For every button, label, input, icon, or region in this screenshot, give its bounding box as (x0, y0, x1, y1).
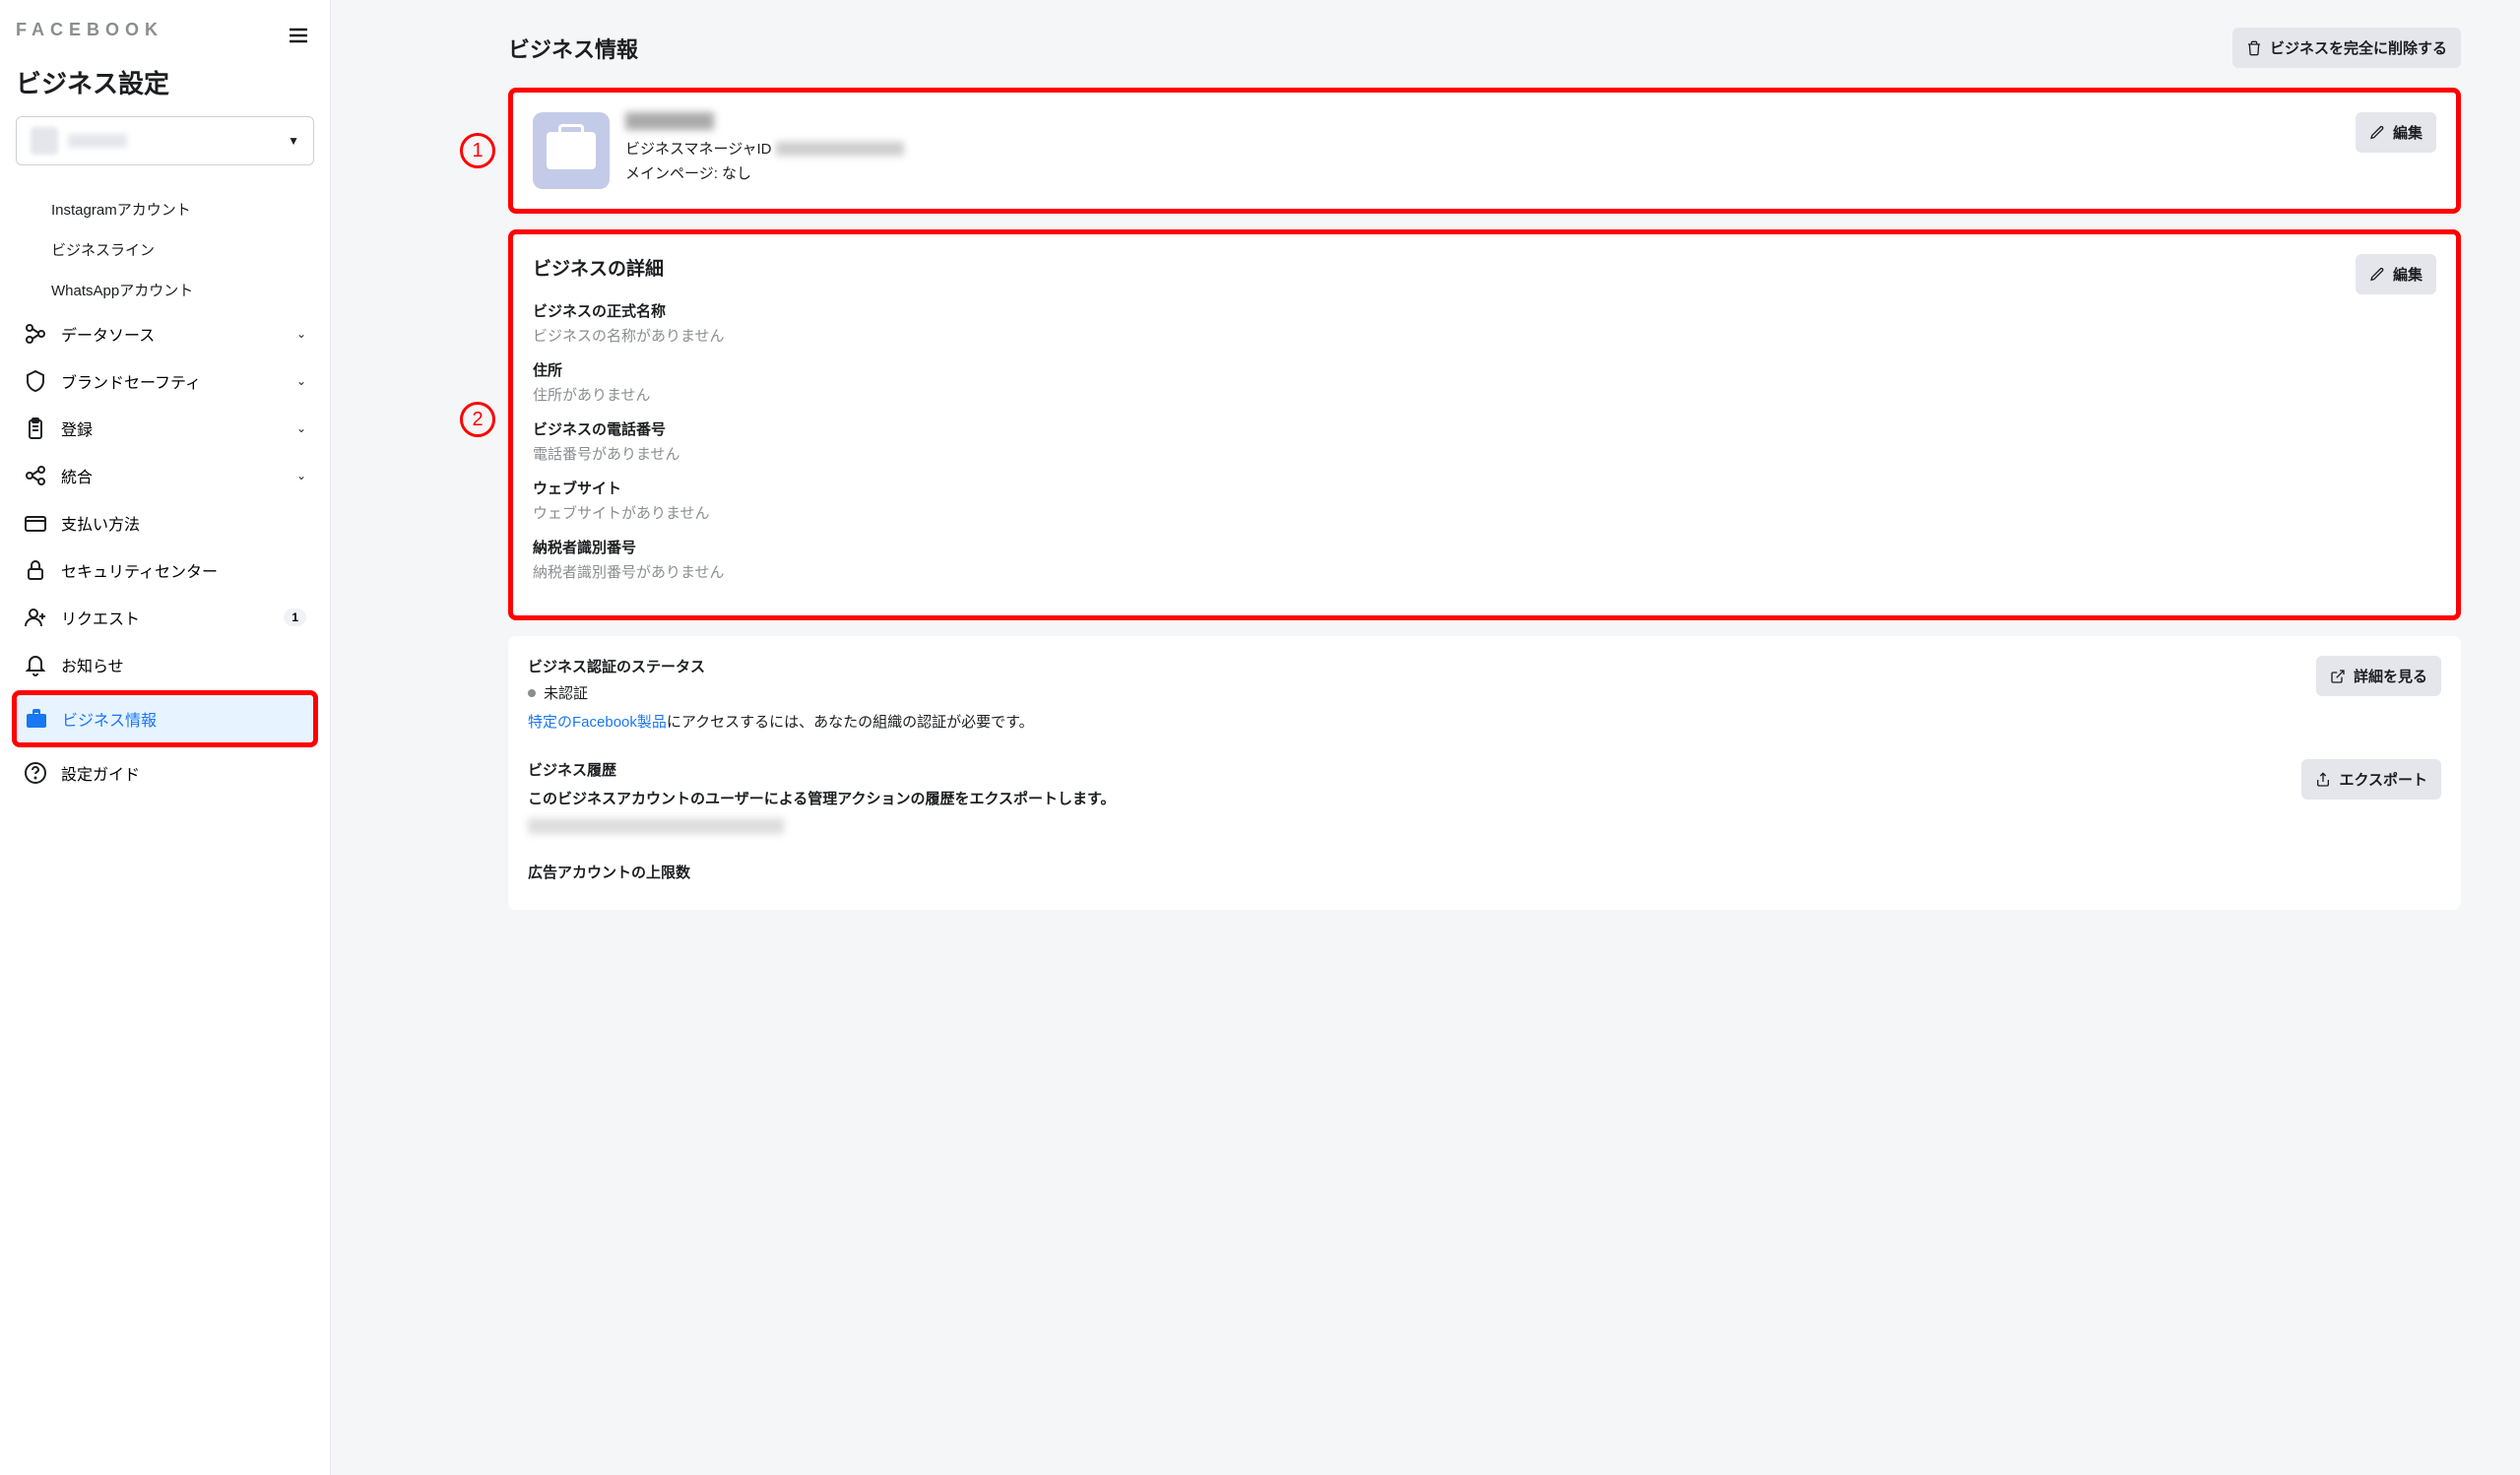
history-desc: このビジネスアカウントのユーザーによる管理アクションの履歴をエクスポートします。 (528, 788, 1116, 808)
business-details-card: 2 ビジネスの詳細 ビジネスの正式名称 ビジネスの名称がありません 住所 住所が… (508, 229, 2461, 620)
sidebar-item-integration[interactable]: 統合 ⌄ (16, 452, 314, 499)
share-arrow-icon (2315, 772, 2331, 788)
account-avatar (31, 127, 58, 155)
sidebar-item-payment[interactable]: 支払い方法 (16, 499, 314, 546)
nav-label: 設定ガイド (61, 761, 306, 785)
sidebar-item-setup-guide[interactable]: 設定ガイド (16, 749, 314, 797)
bell-icon (24, 653, 47, 676)
business-briefcase-icon (533, 112, 610, 189)
account-name-redacted (68, 134, 127, 148)
detail-label: ビジネスの電話番号 (533, 418, 725, 439)
sidebar-item-data-sources[interactable]: データソース ⌄ (16, 310, 314, 357)
main-title: ビジネス情報 (508, 32, 638, 64)
pencil-icon (2369, 125, 2385, 141)
sidebar-sub-whatsapp[interactable]: WhatsAppアカウント (16, 270, 314, 310)
nav-label: リクエスト (61, 606, 270, 629)
shield-icon (24, 369, 47, 393)
main-page-value: メインページ: なし (625, 162, 904, 183)
trash-icon (2246, 40, 2262, 56)
sidebar-item-registration[interactable]: 登録 ⌄ (16, 405, 314, 452)
business-id-redacted (776, 142, 904, 156)
delete-business-button[interactable]: ビジネスを完全に削除する (2232, 28, 2461, 68)
lock-icon (24, 558, 47, 582)
nav-label: ブランドセーフティ (61, 369, 283, 393)
sidebar-item-security[interactable]: セキュリティセンター (16, 546, 314, 594)
annotation-2: 2 (460, 402, 495, 437)
detail-value: ビジネスの名称がありません (533, 325, 725, 346)
share-nodes-icon (24, 322, 47, 346)
detail-value: 電話番号がありません (533, 443, 725, 464)
sidebar-item-business-info[interactable]: ビジネス情報 (17, 695, 313, 742)
chevron-down-icon: ⌄ (296, 469, 306, 482)
sidebar-sub-instagram[interactable]: Instagramアカウント (16, 189, 314, 229)
sidebar-sub-business-line[interactable]: ビジネスライン (16, 229, 314, 270)
status-dot-icon (528, 689, 536, 697)
edit-business-header-button[interactable]: 編集 (2356, 112, 2436, 153)
sidebar-item-notifications[interactable]: お知らせ (16, 641, 314, 688)
detail-value: 納税者識別番号がありません (533, 561, 725, 582)
verification-desc: にアクセスするには、あなたの組織の認証が必要です。 (667, 714, 1034, 731)
nav-label: 統合 (61, 464, 283, 487)
verification-status: 未認証 (544, 682, 588, 703)
nav-label: データソース (61, 322, 283, 346)
export-button[interactable]: エクスポート (2301, 759, 2441, 800)
hamburger-menu-icon[interactable] (283, 20, 314, 56)
main-content: ビジネス情報 ビジネスを完全に削除する 1 ビジネスマネージャID メインページ… (331, 0, 2520, 1475)
detail-value: ウェブサイトがありません (533, 502, 725, 523)
nav-label: 登録 (61, 417, 283, 440)
ad-account-limit-title: 広告アカウントの上限数 (528, 862, 2441, 882)
edit-details-button[interactable]: 編集 (2356, 254, 2436, 294)
pencil-icon (2369, 267, 2385, 283)
business-id-label: ビジネスマネージャID (625, 138, 772, 159)
business-header-card: 1 ビジネスマネージャID メインページ: なし 編集 (508, 88, 2461, 214)
facebook-products-link[interactable]: 特定のFacebook製品 (528, 714, 667, 731)
chevron-down-icon: ⌄ (296, 374, 306, 388)
facebook-logo: FACEBOOK (16, 20, 163, 40)
nav-label: 支払い方法 (61, 511, 306, 535)
business-name-redacted (625, 112, 714, 130)
credit-card-icon (24, 511, 47, 535)
detail-label: 住所 (533, 359, 725, 380)
nav-label: セキュリティセンター (61, 558, 306, 582)
integration-icon (24, 464, 47, 487)
account-selector[interactable]: ▼ (16, 116, 314, 165)
history-redacted (528, 818, 784, 834)
annotation-1: 1 (460, 133, 495, 168)
detail-label: 納税者識別番号 (533, 537, 725, 557)
sidebar-item-requests[interactable]: リクエスト 1 (16, 594, 314, 641)
nav-label: お知らせ (61, 653, 306, 676)
detail-label: ウェブサイト (533, 478, 725, 498)
history-title: ビジネス履歴 (528, 759, 1116, 780)
external-link-icon (2330, 669, 2346, 684)
briefcase-icon (25, 707, 48, 731)
chevron-down-icon: ▼ (288, 134, 299, 148)
request-count-badge: 1 (284, 609, 306, 626)
verification-title: ビジネス認証のステータス (528, 656, 1034, 676)
page-title: ビジネス設定 (16, 64, 314, 100)
clipboard-icon (24, 417, 47, 440)
nav-label: ビジネス情報 (62, 707, 305, 731)
view-details-button[interactable]: 詳細を見る (2316, 656, 2441, 696)
person-plus-icon (24, 606, 47, 629)
question-circle-icon (24, 761, 47, 785)
verification-card: ビジネス認証のステータス 未認証 特定のFacebook製品にアクセスするには、… (508, 636, 2461, 910)
sidebar: FACEBOOK ビジネス設定 ▼ Instagramアカウント ビジネスライン… (0, 0, 331, 1475)
details-section-title: ビジネスの詳細 (533, 254, 725, 281)
sidebar-item-brand-safety[interactable]: ブランドセーフティ ⌄ (16, 357, 314, 405)
chevron-down-icon: ⌄ (296, 327, 306, 341)
detail-value: 住所がありません (533, 384, 725, 405)
chevron-down-icon: ⌄ (296, 421, 306, 435)
detail-label: ビジネスの正式名称 (533, 300, 725, 321)
